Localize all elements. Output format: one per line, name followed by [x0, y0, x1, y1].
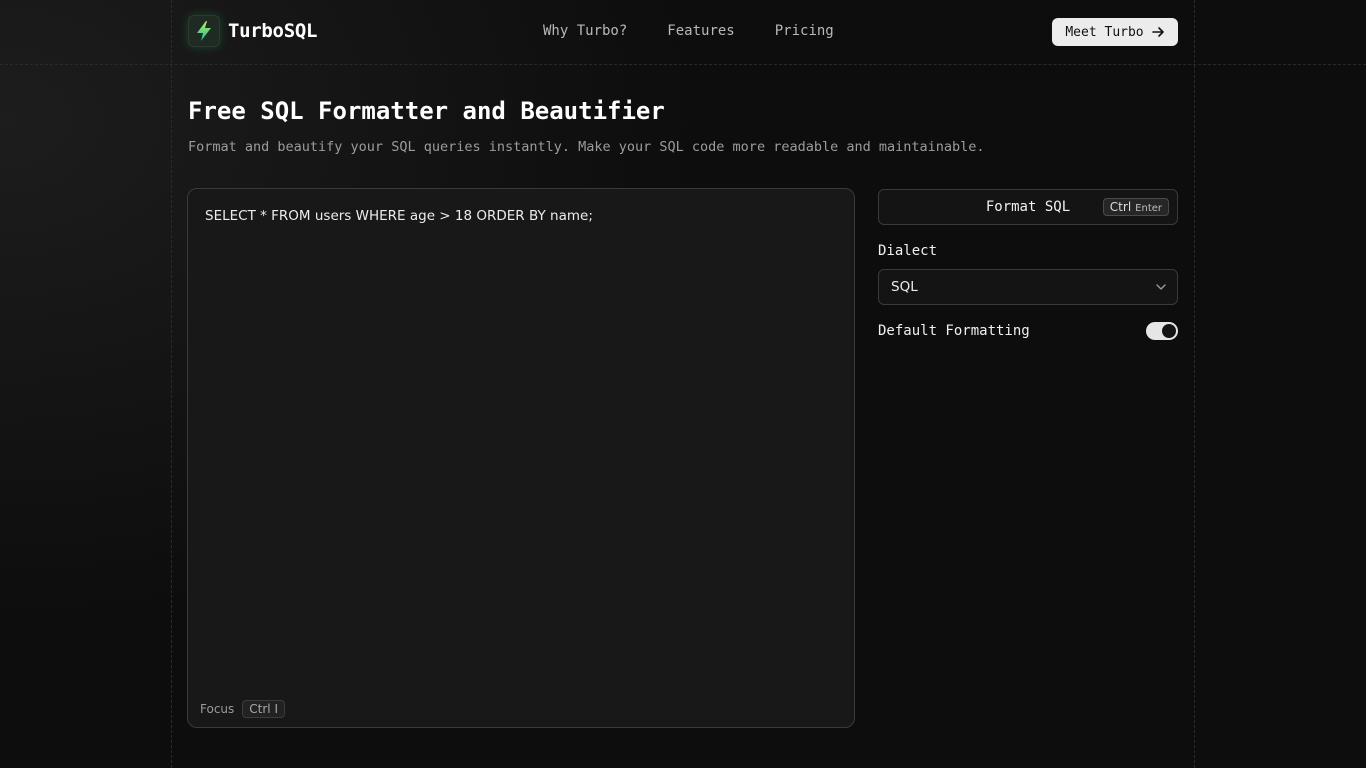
page-subtitle: Format and beautify your SQL queries ins…: [188, 139, 985, 155]
focus-label: Focus: [200, 702, 235, 716]
dialect-label: Dialect: [878, 243, 938, 259]
format-shortcut-key-enter: Enter: [1135, 203, 1162, 214]
nav-link-features[interactable]: Features: [667, 23, 734, 39]
sql-editor[interactable]: Focus Ctrl I: [187, 188, 855, 728]
page-title: Free SQL Formatter and Beautifier: [188, 97, 665, 125]
brand-logo[interactable]: TurboSQL: [188, 15, 317, 47]
format-sql-button[interactable]: Format SQL Ctrl Enter: [878, 189, 1178, 225]
header-divider: [0, 64, 1366, 65]
nav-link-why-turbo[interactable]: Why Turbo?: [543, 23, 627, 39]
lightning-bolt-icon: [188, 15, 220, 47]
dialect-selected-value: SQL: [891, 279, 918, 295]
guide-line-left: [171, 0, 172, 768]
default-formatting-label: Default Formatting: [878, 323, 1030, 339]
format-shortcut-key-ctrl: Ctrl: [1109, 200, 1132, 214]
meet-turbo-button[interactable]: Meet Turbo: [1052, 18, 1178, 46]
guide-line-right: [1194, 0, 1195, 768]
chevron-down-icon: [1156, 284, 1166, 290]
focus-shortcut-kbd: Ctrl I: [242, 700, 285, 718]
brand-name: TurboSQL: [228, 20, 318, 42]
nav-link-pricing[interactable]: Pricing: [775, 23, 834, 39]
main-nav: Why Turbo? Features Pricing: [543, 23, 834, 39]
default-formatting-toggle[interactable]: [1146, 322, 1178, 340]
arrow-right-icon: [1151, 27, 1164, 37]
toggle-knob: [1162, 324, 1176, 338]
site-header: TurboSQL Why Turbo? Features Pricing Mee…: [0, 0, 1366, 64]
meet-turbo-label: Meet Turbo: [1065, 24, 1144, 40]
format-shortcut-kbd: Ctrl Enter: [1102, 198, 1169, 216]
sql-input[interactable]: [205, 208, 835, 688]
dialect-select[interactable]: SQL: [878, 269, 1178, 305]
focus-hint: Focus Ctrl I: [200, 700, 285, 718]
